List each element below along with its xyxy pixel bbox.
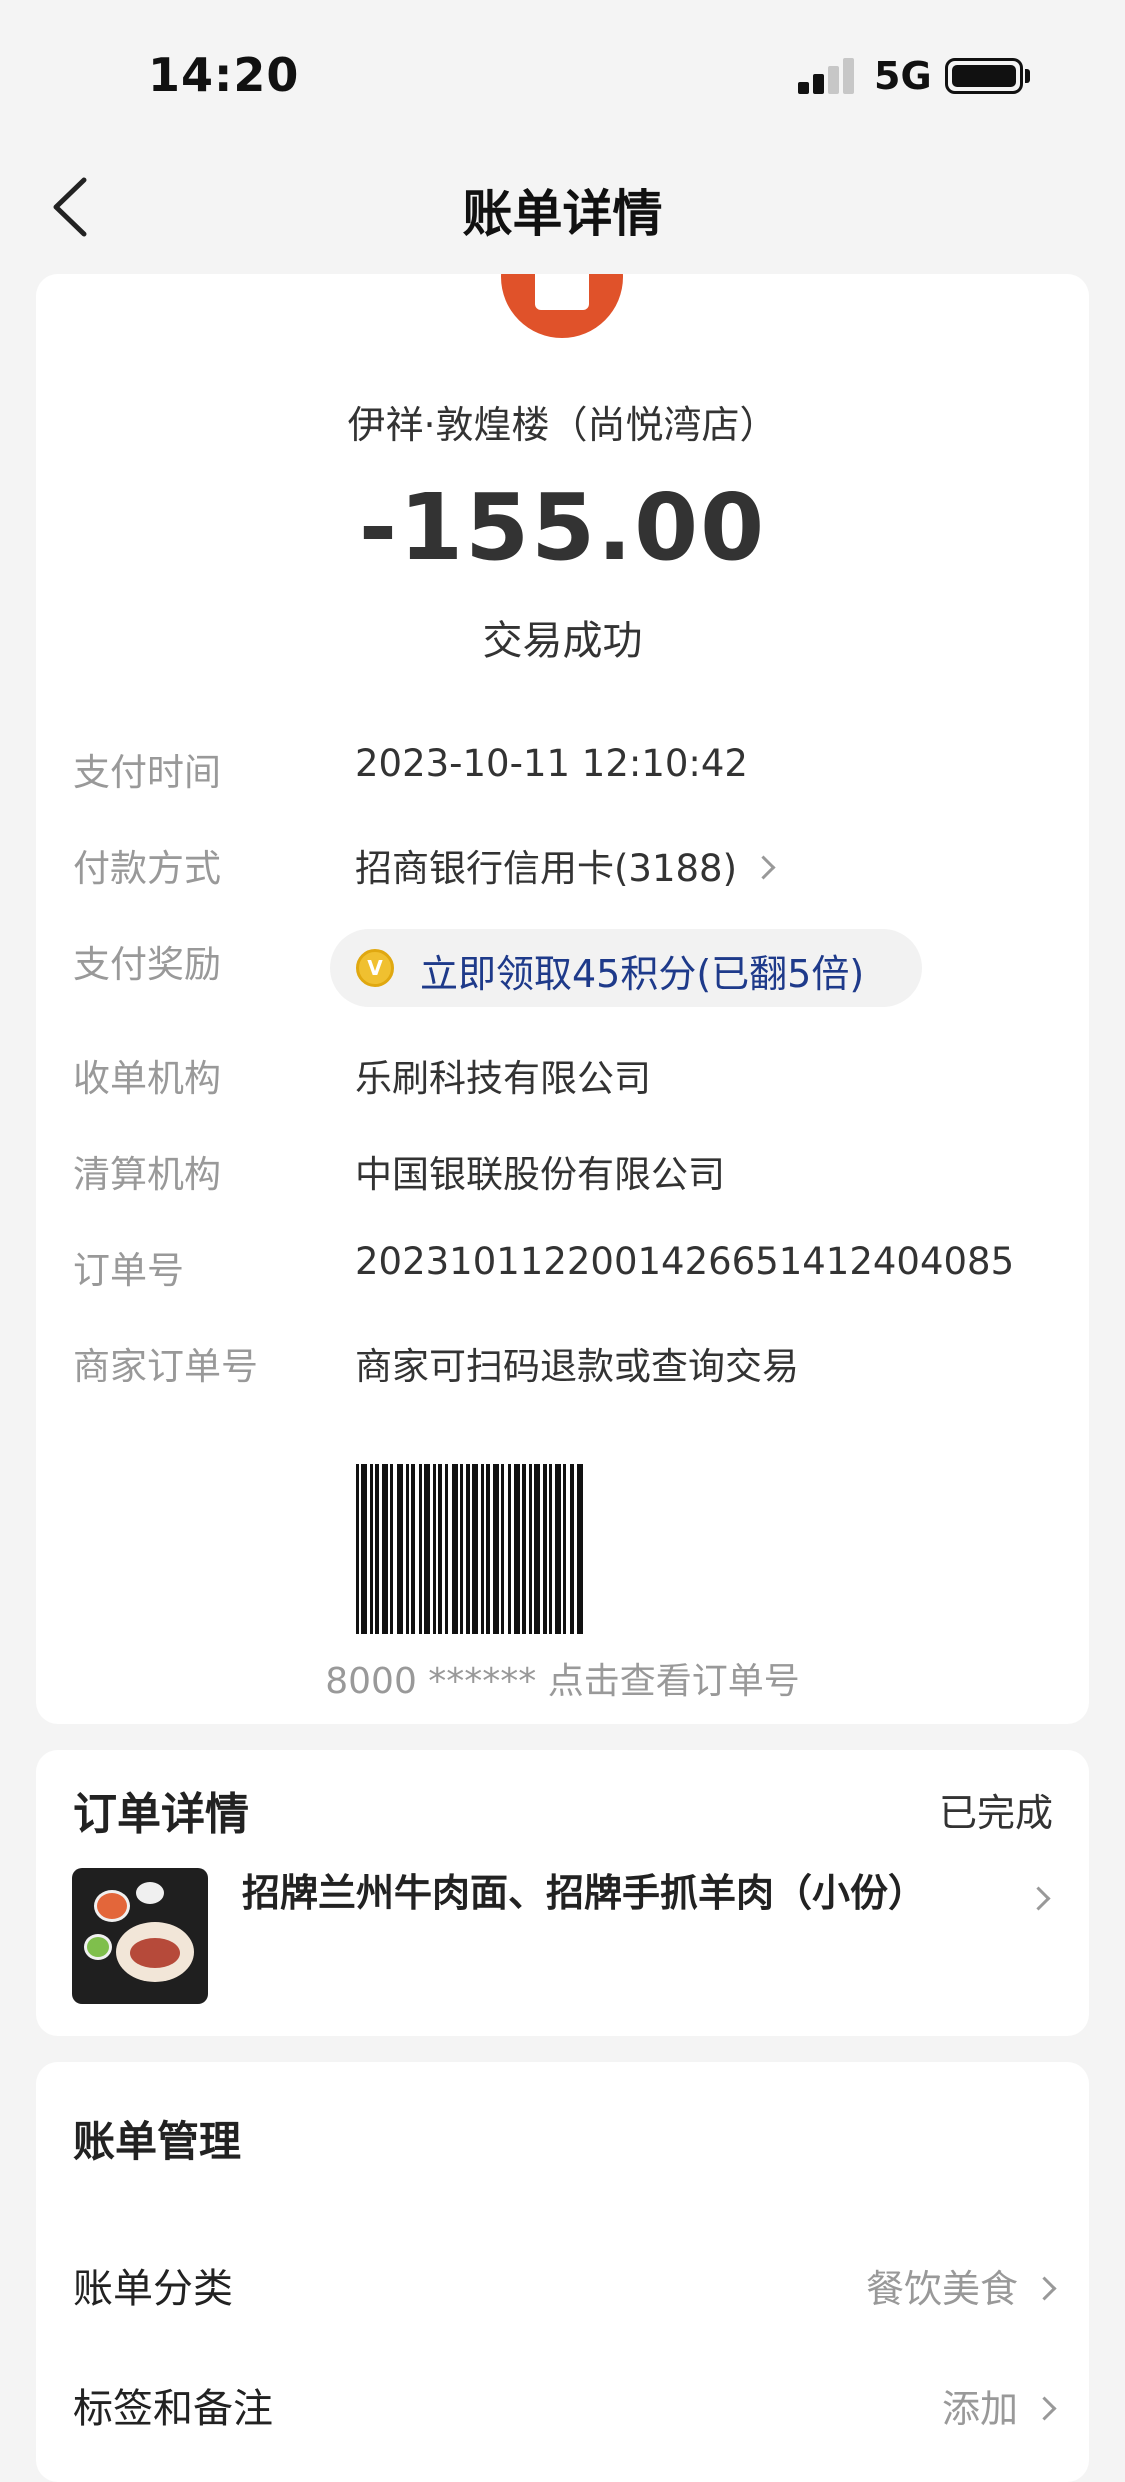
chevron-right-icon — [1032, 2276, 1057, 2301]
merchant-order-value: 商家可扫码退款或查询交易 — [355, 1345, 799, 1388]
order-status: 已完成 — [938, 1791, 1053, 1835]
bill-management-title: 账单管理 — [73, 2117, 242, 2166]
merchant-logo — [501, 274, 623, 338]
barcode-bar — [445, 1464, 448, 1634]
barcode-bar — [411, 1464, 415, 1634]
barcode-bar — [419, 1464, 422, 1634]
barcode-bar — [397, 1464, 403, 1634]
pay-method-value: 招商银行信用卡(3188) — [355, 847, 738, 890]
tags-notes-row[interactable]: 标签和备注 添加 — [36, 2356, 1089, 2446]
barcode-bar — [433, 1464, 436, 1634]
order-items: 招牌兰州牛肉面、招牌手抓羊肉（小份） — [242, 1871, 927, 1915]
barcode-bar — [406, 1464, 409, 1634]
bill-category-value: 餐饮美食 — [865, 2267, 1018, 2311]
bill-category-row[interactable]: 账单分类 餐饮美食 — [36, 2236, 1089, 2326]
reward-text: 立即领取45积分(已翻5倍) — [420, 952, 865, 996]
bill-management-card: 账单管理 账单分类 餐饮美食 标签和备注 添加 — [36, 2062, 1089, 2482]
barcode-bar — [514, 1464, 520, 1634]
barcode-bar — [370, 1464, 373, 1634]
pay-method-link[interactable]: 招商银行信用卡(3188) — [355, 838, 776, 892]
reward-label: 支付奖励 — [73, 943, 221, 986]
tags-notes-value: 添加 — [941, 2387, 1018, 2431]
barcode-bar — [424, 1464, 430, 1634]
barcode-bar — [563, 1464, 566, 1634]
pay-method-label: 付款方式 — [73, 847, 221, 890]
status-bar: 14:20 5G — [0, 0, 1125, 140]
barcode-bar — [438, 1464, 442, 1634]
reward-claim-button[interactable]: V 立即领取45积分(已翻5倍) — [330, 929, 922, 1007]
barcode-bar — [452, 1464, 458, 1634]
merchant-order-label: 商家订单号 — [73, 1345, 258, 1388]
chevron-right-icon — [751, 855, 776, 880]
food-image — [72, 1868, 208, 2004]
barcode-bar — [555, 1464, 561, 1634]
barcode-bar — [501, 1464, 504, 1634]
transaction-card: 伊祥·敦煌楼（尚悦湾店） -155.00 交易成功 支付时间 2023-10-1… — [36, 274, 1089, 1724]
transaction-status: 交易成功 — [482, 618, 643, 664]
chevron-right-icon — [1032, 2396, 1057, 2421]
order-no-value: 2023101122001426651412404085 — [355, 1240, 1015, 1283]
coin-icon: V — [356, 949, 394, 987]
shop-icon — [535, 274, 589, 310]
transaction-amount: -155.00 — [358, 474, 767, 581]
barcode-bar — [543, 1464, 547, 1634]
barcode-bar — [529, 1464, 532, 1634]
barcode-bar — [549, 1464, 552, 1634]
barcode-bar — [486, 1464, 490, 1634]
status-time: 14:20 — [148, 48, 300, 102]
barcode-bar — [493, 1464, 499, 1634]
barcode-bar — [375, 1464, 379, 1634]
battery-icon — [945, 58, 1023, 94]
barcode-bar — [534, 1464, 540, 1634]
nav-bar: 账单详情 — [0, 150, 1125, 260]
chevron-right-icon — [1026, 1886, 1051, 1911]
signal-icon — [798, 58, 856, 94]
barcode-caption[interactable]: 8000 ****** 点击查看订单号 — [36, 1652, 1089, 1704]
barcode-bar — [466, 1464, 470, 1634]
order-no-label: 订单号 — [73, 1249, 184, 1292]
acquirer-value: 乐刷科技有限公司 — [355, 1057, 651, 1100]
bill-category-label: 账单分类 — [73, 2266, 233, 2312]
barcode-bar — [382, 1464, 388, 1634]
clearing-value: 中国银联股份有限公司 — [355, 1153, 725, 1196]
barcode-bar — [356, 1464, 359, 1634]
barcode-bar — [390, 1464, 393, 1634]
barcode-bar — [570, 1464, 574, 1634]
pay-time-value: 2023-10-11 12:10:42 — [355, 742, 748, 785]
network-type: 5G — [874, 54, 932, 98]
bill-category-value-wrap: 餐饮美食 — [865, 2258, 1057, 2313]
barcode-bar — [577, 1464, 583, 1634]
merchant-name: 伊祥·敦煌楼（尚悦湾店） — [347, 403, 778, 447]
tags-notes-value-wrap: 添加 — [941, 2378, 1057, 2433]
pay-time-label: 支付时间 — [73, 751, 221, 794]
barcode-bar — [522, 1464, 526, 1634]
barcode-bar — [460, 1464, 463, 1634]
battery-cap — [1025, 69, 1030, 83]
order-title: 订单详情 — [73, 1789, 249, 1840]
order-card[interactable]: 订单详情 已完成 招牌兰州牛肉面、招牌手抓羊肉（小份） — [36, 1750, 1089, 2036]
barcode-bar — [361, 1464, 367, 1634]
barcode-bar — [508, 1464, 511, 1634]
tags-notes-label: 标签和备注 — [73, 2386, 273, 2432]
page-title: 账单详情 — [462, 185, 663, 243]
clearing-label: 清算机构 — [73, 1153, 221, 1196]
barcode-bar — [481, 1464, 484, 1634]
barcode-bar — [472, 1464, 478, 1634]
order-barcode[interactable] — [356, 1464, 766, 1634]
acquirer-label: 收单机构 — [73, 1057, 221, 1100]
